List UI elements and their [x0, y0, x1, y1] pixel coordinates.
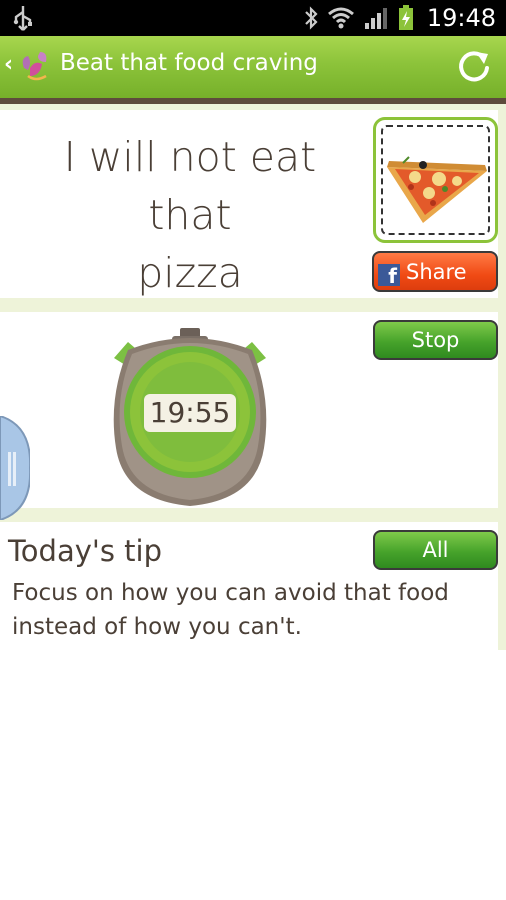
goal-line: I will not eat	[63, 133, 317, 181]
facebook-icon: f	[378, 263, 400, 288]
refresh-icon[interactable]	[454, 46, 494, 86]
all-tips-button[interactable]: All	[373, 530, 498, 570]
action-bar: ‹ Beat that food craving	[0, 36, 506, 98]
chevron-left-icon[interactable]: ‹	[4, 52, 13, 77]
food-image[interactable]	[381, 125, 490, 235]
goal-line: pizza	[137, 249, 243, 297]
bluetooth-icon	[305, 6, 318, 30]
clock-time: 19:48	[426, 4, 496, 32]
signal-icon	[364, 8, 387, 29]
tip-heading: Today's tip	[8, 534, 163, 568]
drawer-handle[interactable]	[0, 416, 30, 520]
goal-line: that	[148, 191, 232, 239]
page-title: Beat that food craving	[60, 50, 318, 76]
battery-charging-icon	[398, 5, 413, 30]
timer-display: 19:55	[149, 396, 231, 429]
share-button[interactable]: f Share	[372, 251, 498, 292]
stop-button[interactable]: Stop	[373, 320, 498, 360]
tip-text: Focus on how you can avoid that food ins…	[12, 580, 449, 640]
share-button-label: Share	[406, 259, 467, 284]
wifi-icon	[327, 7, 354, 29]
pizza-slice-image	[387, 156, 487, 223]
goal-statement: I will not eat that pizza	[20, 128, 360, 302]
usb-icon	[13, 6, 32, 31]
separator	[0, 508, 506, 522]
app-logo-icon[interactable]	[18, 46, 52, 86]
separator	[498, 104, 506, 650]
food-image-frame[interactable]	[373, 117, 498, 243]
status-bar: 19:48	[0, 0, 506, 36]
